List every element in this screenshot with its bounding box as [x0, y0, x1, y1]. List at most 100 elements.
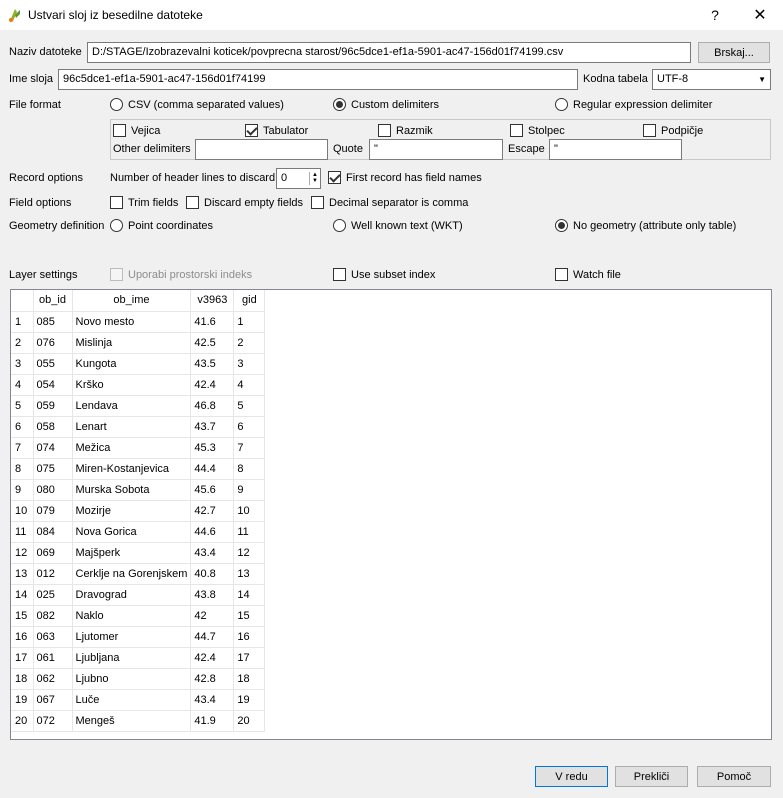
table-row[interactable]: 8 075 Miren-Kostanjevica 44.4 8: [11, 458, 266, 480]
file-name-field[interactable]: D:/STAGE/Izobrazevalni koticek/povprecna…: [87, 42, 691, 63]
row-number: 14: [11, 584, 34, 606]
other-delimiters-field[interactable]: [195, 139, 328, 160]
column-header[interactable]: ob_id: [33, 290, 73, 312]
row-number: 12: [11, 542, 34, 564]
table-cell: 6: [233, 416, 266, 438]
custom-delimiters-radio[interactable]: Custom delimiters: [333, 98, 439, 111]
regex-delimiter-radio[interactable]: Regular expression delimiter: [555, 98, 712, 111]
table-cell: 063: [33, 626, 73, 648]
table-cell: 15: [233, 605, 266, 627]
razmik-label: Razmik: [396, 124, 433, 137]
close-icon[interactable]: ✕: [737, 0, 783, 30]
trim-fields-checkbox[interactable]: Trim fields: [110, 196, 178, 209]
checkbox-icon: [555, 268, 568, 281]
first-record-checkbox[interactable]: First record has field names: [328, 171, 482, 184]
table-cell: 43.7: [190, 416, 235, 438]
spatial-index-label: Uporabi prostorski indeks: [128, 268, 253, 281]
table-cell: 3: [233, 353, 266, 375]
radio-icon: [110, 219, 123, 232]
row-number: 9: [11, 479, 34, 501]
point-coordinates-label: Point coordinates: [128, 219, 213, 232]
row-number: 6: [11, 416, 34, 438]
table-cell: 067: [33, 689, 73, 711]
tabulator-checkbox[interactable]: Tabulator: [245, 124, 308, 137]
table-row[interactable]: 7 074 Mežica 45.3 7: [11, 437, 266, 459]
checkbox-icon: [311, 196, 324, 209]
table-cell: Mengeš: [72, 710, 192, 732]
help-button[interactable]: Pomoč: [697, 766, 771, 787]
watch-file-checkbox[interactable]: Watch file: [555, 268, 621, 281]
podpicje-checkbox[interactable]: Podpičje: [643, 124, 703, 137]
layer-name-label: Ime sloja: [9, 73, 54, 85]
row-number: 19: [11, 689, 34, 711]
browse-button[interactable]: Brskaj...: [698, 42, 770, 63]
cancel-button[interactable]: Prekliči: [615, 766, 688, 787]
stolpec-checkbox[interactable]: Stolpec: [510, 124, 565, 137]
escape-field[interactable]: ": [549, 139, 682, 160]
table-row[interactable]: 3 055 Kungota 43.5 3: [11, 353, 266, 375]
table-cell: 11: [233, 521, 266, 543]
table-row[interactable]: 19 067 Luče 43.4 19: [11, 689, 266, 711]
table-cell: Kungota: [72, 353, 192, 375]
table-cell: 075: [33, 458, 73, 480]
spinner-arrows-icon[interactable]: ▲ ▼: [309, 172, 318, 185]
column-header[interactable]: ob_ime: [72, 290, 192, 312]
vejica-checkbox[interactable]: Vejica: [113, 124, 160, 137]
table-row[interactable]: 2 076 Mislinja 42.5 2: [11, 332, 266, 354]
row-number: 4: [11, 374, 34, 396]
table-row[interactable]: 9 080 Murska Sobota 45.6 9: [11, 479, 266, 501]
razmik-checkbox[interactable]: Razmik: [378, 124, 433, 137]
table-cell: Ljubno: [72, 668, 192, 690]
radio-icon: [555, 98, 568, 111]
decimal-comma-checkbox[interactable]: Decimal separator is comma: [311, 196, 468, 209]
row-number: 11: [11, 521, 34, 543]
no-geometry-radio[interactable]: No geometry (attribute only table): [555, 219, 736, 232]
table-cell: 13: [233, 563, 266, 585]
row-number: 17: [11, 647, 34, 669]
table-row[interactable]: 13 012 Cerklje na Gorenjskem 40.8 13: [11, 563, 266, 585]
csv-radio[interactable]: CSV (comma separated values): [110, 98, 284, 111]
header-lines-stepper[interactable]: 0 ▲ ▼: [276, 168, 321, 189]
table-cell: 20: [233, 710, 266, 732]
layer-name-field[interactable]: 96c5dce1-ef1a-5901-ac47-156d01f74199: [58, 69, 578, 90]
row-number: 13: [11, 563, 34, 585]
table-header-row: ob_id ob_ime v3963 gid: [11, 290, 266, 312]
subset-index-checkbox[interactable]: Use subset index: [333, 268, 435, 281]
help-icon[interactable]: ?: [692, 0, 738, 30]
sample-data-table[interactable]: ob_id ob_ime v3963 gid 1 085 Novo mesto 41.…: [10, 289, 772, 740]
table-row[interactable]: 6 058 Lenart 43.7 6: [11, 416, 266, 438]
table-cell: 16: [233, 626, 266, 648]
table-row[interactable]: 16 063 Ljutomer 44.7 16: [11, 626, 266, 648]
table-row[interactable]: 11 084 Nova Gorica 44.6 11: [11, 521, 266, 543]
column-header[interactable]: gid: [233, 290, 266, 312]
table-cell: Luče: [72, 689, 192, 711]
table-cell: 069: [33, 542, 73, 564]
table-row[interactable]: 18 062 Ljubno 42.8 18: [11, 668, 266, 690]
window-title: Ustvari sloj iz besedilne datoteke: [28, 8, 203, 22]
title-bar: Ustvari sloj iz besedilne datoteke ? ✕: [0, 0, 783, 30]
table-row[interactable]: 17 061 Ljubljana 42.4 17: [11, 647, 266, 669]
table-cell: 42: [190, 605, 235, 627]
table-row[interactable]: 14 025 Dravograd 43.8 14: [11, 584, 266, 606]
table-cell: Novo mesto: [72, 311, 192, 333]
table-cell: 082: [33, 605, 73, 627]
wkt-radio[interactable]: Well known text (WKT): [333, 219, 463, 232]
table-row[interactable]: 4 054 Krško 42.4 4: [11, 374, 266, 396]
table-row[interactable]: 12 069 Majšperk 43.4 12: [11, 542, 266, 564]
ok-button[interactable]: V redu: [535, 766, 608, 787]
point-coordinates-radio[interactable]: Point coordinates: [110, 219, 213, 232]
radio-icon: [333, 219, 346, 232]
table-row[interactable]: 5 059 Lendava 46.8 5: [11, 395, 266, 417]
table-row[interactable]: 20 072 Mengeš 41.9 20: [11, 710, 266, 732]
table-row[interactable]: 15 082 Naklo 42 15: [11, 605, 266, 627]
encoding-select[interactable]: UTF-8 ▼: [652, 69, 771, 90]
table-row[interactable]: 10 079 Mozirje 42.7 10: [11, 500, 266, 522]
quote-field[interactable]: ": [369, 139, 503, 160]
table-row[interactable]: 1 085 Novo mesto 41.6 1: [11, 311, 266, 333]
table-cell: 44.7: [190, 626, 235, 648]
spin-down-icon[interactable]: ▼: [312, 178, 318, 184]
discard-empty-checkbox[interactable]: Discard empty fields: [186, 196, 303, 209]
layer-settings-label: Layer settings: [9, 269, 78, 281]
row-number: 18: [11, 668, 34, 690]
column-header[interactable]: v3963: [190, 290, 235, 312]
